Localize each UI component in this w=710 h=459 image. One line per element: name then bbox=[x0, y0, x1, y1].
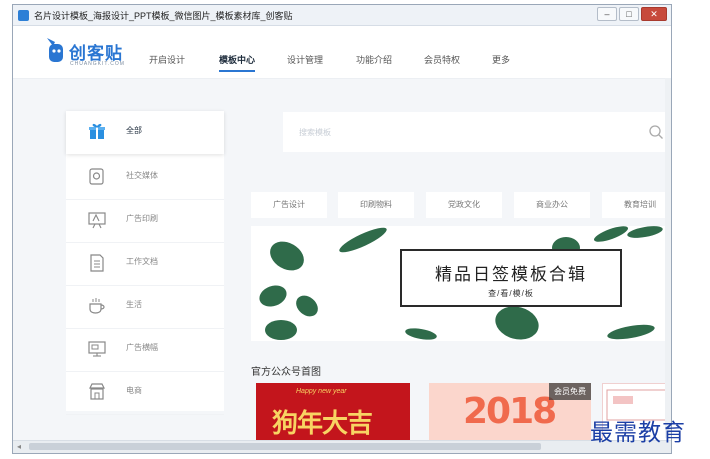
sidebar-item-print-ads[interactable]: 广告印刷 bbox=[66, 199, 224, 243]
coffee-cup-icon bbox=[89, 298, 105, 314]
logo-mascot-icon bbox=[47, 38, 63, 62]
nav-more[interactable]: 更多 bbox=[492, 53, 510, 66]
top-navbar: 创客贴 CHUANGKIT.COM 开启设计 模板中心 设计管理 功能介绍 会员… bbox=[13, 26, 671, 79]
template-card-new-year[interactable]: Happy new year 狗年大吉 bbox=[256, 383, 410, 443]
document-icon bbox=[90, 254, 104, 272]
banner-frame: 精品日签模板合辑 查/看/模/板 bbox=[400, 249, 622, 307]
horizontal-scrollbar[interactable]: ◂ bbox=[13, 440, 671, 453]
sidebar-item-label: 社交媒体 bbox=[126, 171, 158, 180]
nav-membership[interactable]: 会员特权 bbox=[424, 53, 460, 66]
tag-party-culture[interactable]: 党政文化 bbox=[426, 192, 502, 218]
print-ad-icon bbox=[88, 212, 106, 229]
tag-business-office[interactable]: 商业办公 bbox=[514, 192, 590, 218]
social-media-icon bbox=[89, 168, 104, 185]
maximize-button[interactable]: □ bbox=[619, 7, 639, 21]
gift-box-icon bbox=[89, 123, 105, 139]
browser-window: 名片设计模板_海报设计_PPT模板_微信图片_模板素材库_创客贴 – □ ✕ 创… bbox=[12, 4, 672, 454]
scroll-thumb[interactable] bbox=[29, 443, 541, 450]
scroll-left-icon[interactable]: ◂ bbox=[17, 441, 21, 453]
tag-print-materials[interactable]: 印刷物料 bbox=[338, 192, 414, 218]
category-tags: 广告设计 印刷物料 党政文化 商业办公 教育培训 bbox=[251, 192, 671, 218]
sidebar-item-label: 广告印刷 bbox=[126, 214, 158, 223]
logo[interactable]: 创客贴 CHUANGKIT.COM bbox=[45, 36, 131, 70]
active-nav-indicator bbox=[219, 70, 255, 72]
card-title-text: 2018 bbox=[463, 391, 557, 432]
sidebar-item-label: 电商 bbox=[126, 386, 142, 395]
member-free-badge: 会员免费 bbox=[549, 383, 591, 400]
window-controls: – □ ✕ bbox=[597, 7, 667, 21]
banner-subtitle: 查/看/模/板 bbox=[488, 289, 534, 298]
sidebar-item-label: 工作文档 bbox=[126, 257, 158, 266]
nav-features[interactable]: 功能介绍 bbox=[356, 53, 392, 66]
sidebar-item-all[interactable]: 全部 bbox=[66, 111, 224, 154]
sidebar-item-social-media[interactable]: 社交媒体 bbox=[66, 156, 224, 200]
card-title-text: 狗年大吉 bbox=[272, 409, 373, 439]
card-small-text: Happy new year bbox=[296, 388, 347, 395]
watermark-text: 最需教育 bbox=[590, 420, 686, 446]
sidebar-item-label: 广告横幅 bbox=[126, 343, 158, 352]
shop-icon bbox=[89, 383, 105, 400]
category-sidebar: 全部 社交媒体 广告印刷 工作文档 生活 广告横幅 电商 bbox=[66, 111, 224, 415]
banner-title: 精品日签模板合辑 bbox=[435, 265, 587, 285]
minimize-button[interactable]: – bbox=[597, 7, 617, 21]
sidebar-item-label: 全部 bbox=[126, 126, 142, 135]
sidebar-item-label: 生活 bbox=[126, 300, 142, 309]
logo-domain: CHUANGKIT.COM bbox=[70, 61, 125, 67]
nav-start-design[interactable]: 开启设计 bbox=[149, 53, 185, 66]
search-placeholder: 搜索模板 bbox=[299, 128, 331, 137]
tag-ad-design[interactable]: 广告设计 bbox=[251, 192, 327, 218]
search-icon[interactable] bbox=[648, 124, 664, 140]
template-search-box[interactable]: 搜索模板 bbox=[283, 112, 668, 152]
sidebar-item-life[interactable]: 生活 bbox=[66, 285, 224, 329]
nav-template-center[interactable]: 模板中心 bbox=[219, 53, 255, 66]
sidebar-item-work-docs[interactable]: 工作文档 bbox=[66, 242, 224, 286]
section-title: 官方公众号首图 bbox=[251, 367, 321, 378]
featured-banner[interactable]: 精品日签模板合辑 查/看/模/板 bbox=[251, 226, 671, 341]
close-button[interactable]: ✕ bbox=[641, 7, 667, 21]
banner-screen-icon bbox=[88, 341, 106, 357]
title-bar: 名片设计模板_海报设计_PPT模板_微信图片_模板素材库_创客贴 – □ ✕ bbox=[13, 5, 671, 26]
sidebar-item-ecommerce[interactable]: 电商 bbox=[66, 371, 224, 415]
app-icon bbox=[18, 9, 29, 21]
nav-design-manage[interactable]: 设计管理 bbox=[287, 53, 323, 66]
tag-education[interactable]: 教育培训 bbox=[602, 192, 671, 218]
template-card-2018[interactable]: 2018 会员免费 bbox=[429, 383, 591, 443]
vertical-scrollbar[interactable] bbox=[665, 78, 671, 438]
window-title: 名片设计模板_海报设计_PPT模板_微信图片_模板素材库_创客贴 bbox=[34, 10, 293, 21]
sidebar-item-ad-banner[interactable]: 广告横幅 bbox=[66, 328, 224, 372]
